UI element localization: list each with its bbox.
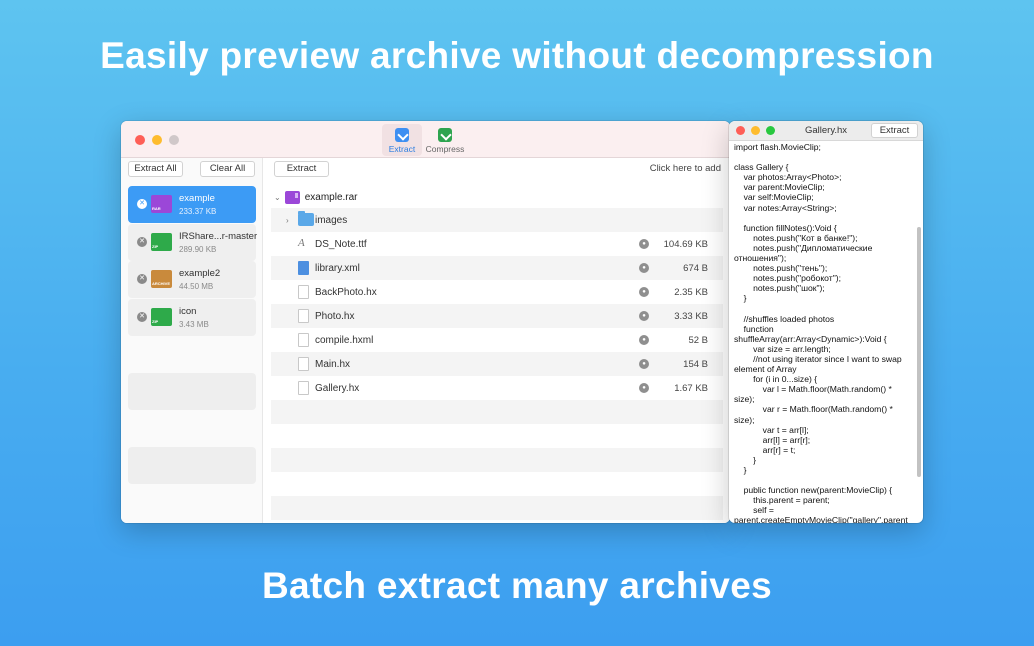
zoom-window-button[interactable] (766, 126, 775, 135)
xml-file-icon (298, 261, 309, 275)
empty-row (271, 400, 723, 424)
file-row[interactable]: A DS_Note.ttf ● 104.69 KB (271, 232, 723, 256)
chevron-right-icon[interactable]: › (286, 216, 289, 225)
preview-icon[interactable]: ● (639, 239, 649, 249)
font-file-icon: A (298, 237, 305, 249)
file-row-images[interactable]: › images (271, 208, 723, 232)
rar-archive-icon: RAR (151, 195, 172, 213)
file-size: 674 B (683, 262, 708, 274)
file-icon (298, 357, 309, 371)
remove-icon[interactable]: ✕ (137, 199, 147, 209)
sidebar-item-size: 44.50 MB (179, 282, 214, 291)
empty-row (271, 448, 723, 472)
extract-button[interactable]: Extract (274, 161, 329, 177)
toolbar-compress-label: Compress (425, 144, 465, 154)
headline-top: Easily preview archive without decompres… (100, 35, 934, 76)
file-row[interactable]: BackPhoto.hx ● 2.35 KB (271, 280, 723, 304)
file-name: compile.hxml (315, 334, 374, 346)
window-controls (135, 135, 179, 145)
compress-icon (438, 128, 452, 142)
preview-icon[interactable]: ● (639, 383, 649, 393)
close-window-button[interactable] (736, 126, 745, 135)
code-preview[interactable]: import flash.MovieClip; class Gallery { … (734, 142, 914, 523)
window-controls (736, 126, 775, 135)
file-name: BackPhoto.hx (315, 286, 377, 298)
sidebar-empty-slot (128, 373, 256, 410)
chevron-down-icon[interactable]: ⌄ (274, 193, 281, 202)
toolbar-extract-button[interactable]: Extract (382, 124, 422, 156)
sidebar-item-size: 289.90 KB (179, 245, 217, 254)
zip-archive-icon: ZIP (151, 233, 172, 251)
toolbar-compress-button[interactable]: Compress (424, 124, 466, 156)
minimize-window-button[interactable] (751, 126, 760, 135)
sidebar-item-size: 3.43 MB (179, 320, 209, 329)
file-browser: Extract Click here to add ⌄ example.rar … (264, 158, 730, 523)
sidebar-item-irshare[interactable]: ✕ ZIP IRShare...r-master 289.90 KB (128, 224, 258, 261)
scrollbar[interactable] (917, 227, 921, 477)
file-row[interactable]: library.xml ● 674 B (271, 256, 723, 280)
file-name: Gallery.hx (315, 382, 360, 394)
file-size: 154 B (683, 358, 708, 370)
file-row[interactable]: Main.hx ● 154 B (271, 352, 723, 376)
add-archive-hint[interactable]: Click here to add (650, 163, 721, 174)
sidebar-item-size: 233.37 KB (179, 207, 217, 216)
file-icon (298, 381, 309, 395)
rar-archive-icon (284, 190, 300, 204)
preview-icon[interactable]: ● (639, 263, 649, 273)
file-name: images (315, 214, 348, 226)
clear-all-button[interactable]: Clear All (200, 161, 255, 177)
minimize-window-button[interactable] (152, 135, 162, 145)
archive-sidebar: Extract All Clear All ✕ RAR example 233.… (121, 158, 263, 523)
sidebar-item-icon[interactable]: ✕ ZIP icon 3.43 MB (128, 299, 256, 336)
file-row[interactable]: Photo.hx ● 3.33 KB (271, 304, 723, 328)
file-name: Photo.hx (315, 310, 355, 322)
file-name: Main.hx (315, 358, 351, 370)
preview-icon[interactable]: ● (639, 287, 649, 297)
preview-window: Gallery.hx Extract import flash.MovieCli… (729, 121, 923, 523)
file-icon (298, 309, 309, 323)
preview-icon[interactable]: ● (639, 311, 649, 321)
headline-bottom: Batch extract many archives (262, 565, 772, 606)
file-row[interactable]: Gallery.hx ● 1.67 KB (271, 376, 723, 400)
file-size: 52 B (688, 334, 708, 346)
file-size: 3.33 KB (674, 310, 708, 322)
preview-icon[interactable]: ● (639, 359, 649, 369)
sidebar-item-example2[interactable]: ✕ ARCHIVE example2 44.50 MB (128, 261, 256, 298)
file-name: library.xml (315, 262, 360, 274)
remove-icon[interactable]: ✕ (137, 312, 147, 322)
sidebar-empty-slot (128, 447, 256, 484)
file-size: 104.69 KB (663, 238, 708, 250)
file-size: 1.67 KB (674, 382, 708, 394)
toolbar-extract-label: Extract (388, 144, 416, 154)
sidebar-item-name: example (179, 193, 215, 204)
file-size: 2.35 KB (674, 286, 708, 298)
remove-icon[interactable]: ✕ (137, 237, 147, 247)
archive-window: Extract Compress Extract All Clear All ✕… (121, 121, 730, 523)
extract-icon (395, 128, 409, 142)
folder-icon (298, 211, 314, 226)
close-window-button[interactable] (135, 135, 145, 145)
preview-title: Gallery.hx (805, 125, 848, 136)
preview-extract-button[interactable]: Extract (871, 123, 918, 138)
file-icon (298, 285, 309, 299)
zoom-window-button[interactable] (169, 135, 179, 145)
archive-icon: ARCHIVE (151, 270, 172, 288)
extract-all-button[interactable]: Extract All (128, 161, 183, 177)
archive-root-row[interactable]: ⌄ example.rar (274, 188, 358, 206)
sidebar-item-name: example2 (179, 268, 221, 279)
empty-row (271, 496, 723, 520)
preview-icon[interactable]: ● (639, 335, 649, 345)
sidebar-item-example[interactable]: ✕ RAR example 233.37 KB (128, 186, 256, 223)
archive-root-name: example.rar (304, 191, 358, 203)
zip-archive-icon: ZIP (151, 308, 172, 326)
title-bar: Extract Compress (121, 121, 730, 158)
file-icon (298, 333, 309, 347)
file-row[interactable]: compile.hxml ● 52 B (271, 328, 723, 352)
sidebar-item-name: icon (179, 306, 197, 317)
sidebar-item-name: IRShare...r-master (179, 231, 258, 242)
preview-title-bar: Gallery.hx Extract (729, 121, 923, 141)
file-name: DS_Note.ttf (315, 238, 367, 250)
remove-icon[interactable]: ✕ (137, 274, 147, 284)
